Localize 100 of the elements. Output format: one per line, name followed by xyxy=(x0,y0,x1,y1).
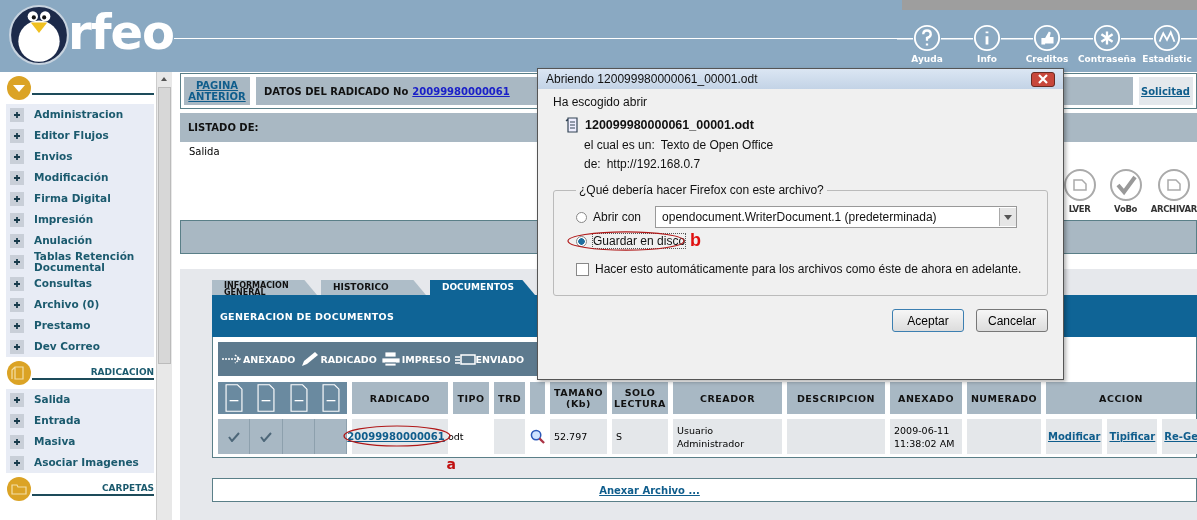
expand-icon[interactable] xyxy=(10,434,24,449)
column-header: TAMAÑO (Kb) xyxy=(550,382,607,414)
menu-item[interactable]: Modificación xyxy=(34,172,109,183)
expand-icon[interactable] xyxy=(10,413,24,428)
close-button[interactable] xyxy=(1031,71,1055,87)
menu-item[interactable]: Impresión xyxy=(34,214,94,225)
expand-icon[interactable] xyxy=(10,149,24,164)
envelope-icon xyxy=(453,351,476,367)
table-cell: Usuario Administrador xyxy=(673,419,782,454)
menu-item[interactable]: Archivo (0) xyxy=(34,299,100,310)
action-link[interactable]: Modificar xyxy=(1046,419,1103,454)
record-number-link[interactable]: 20099980000061 xyxy=(412,85,510,97)
printer-icon xyxy=(379,351,402,367)
radio-button[interactable] xyxy=(576,211,587,223)
listing-value: Salida xyxy=(188,145,220,159)
cancel-button[interactable]: Cancelar xyxy=(976,309,1048,332)
document-icon xyxy=(287,383,310,413)
expand-icon[interactable] xyxy=(10,255,24,269)
close-icon[interactable] xyxy=(1037,74,1049,84)
checkbox[interactable] xyxy=(576,262,589,276)
expand-icon[interactable] xyxy=(10,107,24,122)
group-label: ¿Qué debería hacer Firefox con este archivo? xyxy=(578,183,825,197)
listing-label: LISTADO DE: xyxy=(188,122,259,133)
action-link[interactable]: Tipificar xyxy=(1107,419,1158,454)
menu-item[interactable]: Consultas xyxy=(34,278,93,289)
menu-item[interactable]: Salida xyxy=(34,394,71,405)
check-icon[interactable] xyxy=(1108,168,1143,202)
info-label: el cual es un: xyxy=(584,138,655,152)
expand-icon[interactable] xyxy=(10,170,24,185)
expand-icon[interactable] xyxy=(10,297,24,312)
menu-item[interactable]: Prestamo xyxy=(34,320,91,331)
radio-button[interactable] xyxy=(576,235,587,247)
file-name: 120099980000061_00001.odt xyxy=(585,118,754,132)
expand-icon[interactable] xyxy=(10,233,24,248)
action-link[interactable]: Re-Ge xyxy=(1162,419,1197,454)
menu-item[interactable]: Asociar Imagenes xyxy=(34,457,139,468)
section-title: CARPETAS xyxy=(101,483,155,494)
panel-title: GENERACION DE DOCUMENTOS xyxy=(220,310,395,322)
ok-button[interactable]: Aceptar xyxy=(892,309,964,332)
column-header: NUMERADO xyxy=(967,382,1041,414)
column-header: DESCRIPCION xyxy=(787,382,885,414)
expand-icon[interactable] xyxy=(10,212,24,227)
expand-icon[interactable] xyxy=(10,339,24,354)
table-cell: S xyxy=(612,419,668,454)
action-label[interactable]: VoBo xyxy=(1114,204,1138,214)
record-heading: DATOS DEL RADICADO No xyxy=(264,85,409,97)
option-label[interactable]: Abrir con xyxy=(593,210,642,224)
column-header xyxy=(530,382,545,414)
back-link[interactable]: PAGINA ANTERIOR xyxy=(184,77,250,105)
scroll-up-icon[interactable] xyxy=(159,75,170,83)
legend-label: ANEXADO xyxy=(243,353,296,365)
attach-link[interactable]: Anexar Archivo ... xyxy=(599,484,700,496)
section-title: RADICACION xyxy=(90,367,155,378)
menu-item[interactable]: Editor Flujos xyxy=(34,130,109,141)
column-header: CREADOR xyxy=(673,382,782,414)
column-header: RADICADO xyxy=(352,382,448,414)
info-label: de: xyxy=(584,157,601,171)
menu-item[interactable]: Masiva xyxy=(34,436,76,447)
document-icon xyxy=(565,117,579,133)
column-header: SOLO LECTURA xyxy=(612,382,668,414)
expand-icon[interactable] xyxy=(10,318,24,333)
expand-icon[interactable] xyxy=(10,128,24,143)
document-icon xyxy=(319,383,342,413)
scrollbar[interactable] xyxy=(156,72,172,520)
menu-item[interactable]: Dev Correo xyxy=(34,341,100,352)
column-header: ACCION xyxy=(1046,382,1196,414)
expand-icon[interactable] xyxy=(10,455,24,470)
file-type: Texto de Open Office xyxy=(660,138,774,152)
column-header: TIPO xyxy=(453,382,489,414)
expand-icon[interactable] xyxy=(10,392,24,407)
menu-item[interactable]: Administracion xyxy=(34,109,124,120)
menu-item[interactable]: Firma Digital xyxy=(34,193,111,204)
arrow-icon xyxy=(221,351,243,367)
application-dropdown[interactable]: opendocument.WriterDocument.1 (predeterminada) xyxy=(655,206,1018,228)
table-cell: 2009-06-11 11:38:02 AM xyxy=(890,419,962,454)
action-label[interactable]: ARCHIVAR xyxy=(1150,204,1197,214)
check-icon xyxy=(259,431,272,442)
search-icon[interactable] xyxy=(530,429,545,444)
menu-item[interactable]: Entrada xyxy=(34,415,81,426)
expand-icon[interactable] xyxy=(10,191,24,206)
tab[interactable]: INFORMACION GENERAL xyxy=(212,280,317,295)
column-header: ANEXADO xyxy=(890,382,962,414)
tab[interactable]: HISTORICO xyxy=(321,280,426,295)
dropdown-value: opendocument.WriterDocument.1 (predeterminada) xyxy=(662,210,937,224)
action-label[interactable]: LVER xyxy=(1068,204,1091,214)
menu-item[interactable]: Tablas Retención Documental xyxy=(34,251,155,273)
column-header: TRD xyxy=(494,382,525,414)
table-cell: 52.797 xyxy=(550,419,607,454)
legend-label: RADICADO xyxy=(320,353,377,365)
checkbox-label[interactable]: Hacer esto automáticamente para los archivos como éste de ahora en adelante. xyxy=(595,262,1022,276)
tab[interactable]: DOCUMENTOS xyxy=(430,280,535,295)
annotation-mark: b xyxy=(690,230,701,251)
document-icon xyxy=(223,383,246,413)
request-link[interactable]: Solicitad xyxy=(1139,77,1193,105)
menu-item[interactable]: Envios xyxy=(34,151,73,162)
menu-item[interactable]: Anulación xyxy=(34,235,93,246)
thumbs-up-icon[interactable] xyxy=(1033,24,1061,52)
document-icon[interactable] xyxy=(1062,168,1097,202)
dialog-title: Abriendo 120099980000061_00001.odt xyxy=(546,72,758,86)
expand-icon[interactable] xyxy=(10,276,24,291)
